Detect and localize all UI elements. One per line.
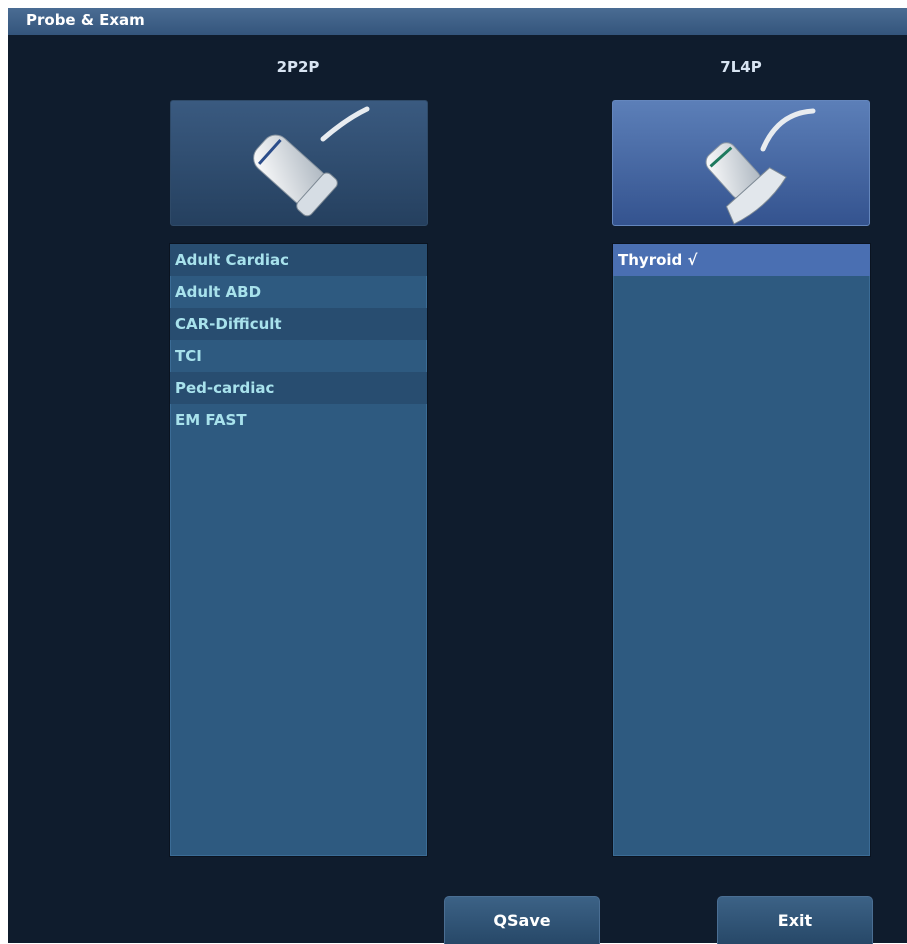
probe-button-7l4p[interactable] — [612, 100, 870, 226]
exam-item-em-fast[interactable]: EM FAST — [170, 404, 427, 436]
exam-item-thyroid[interactable]: Thyroid √ — [613, 244, 870, 276]
probe-exam-window: Probe & Exam 2P2P Adult Cardiac Adult AB… — [8, 8, 907, 944]
exam-list-7l4p: Thyroid √ — [612, 243, 871, 857]
probe-name-2p2p: 2P2P — [276, 58, 320, 76]
exam-item-ped-cardiac[interactable]: Ped-cardiac — [170, 372, 427, 404]
probe-button-2p2p[interactable] — [170, 100, 428, 226]
exam-item-car-difficult[interactable]: CAR-Difficult — [170, 308, 427, 340]
exit-button[interactable]: Exit — [717, 896, 873, 944]
probe-name-7l4p: 7L4P — [720, 58, 762, 76]
exam-list-2p2p: Adult Cardiac Adult ABD CAR-Difficult TC… — [169, 243, 428, 857]
linear-probe-icon — [705, 108, 816, 225]
window-title: Probe & Exam — [26, 11, 145, 29]
phased-array-probe-icon — [253, 106, 370, 217]
qsave-button[interactable]: QSave — [444, 896, 600, 944]
exam-item-adult-cardiac[interactable]: Adult Cardiac — [170, 244, 427, 276]
title-bar: Probe & Exam — [8, 8, 907, 35]
exam-item-tci[interactable]: TCI — [170, 340, 427, 372]
exam-item-adult-abd[interactable]: Adult ABD — [170, 276, 427, 308]
